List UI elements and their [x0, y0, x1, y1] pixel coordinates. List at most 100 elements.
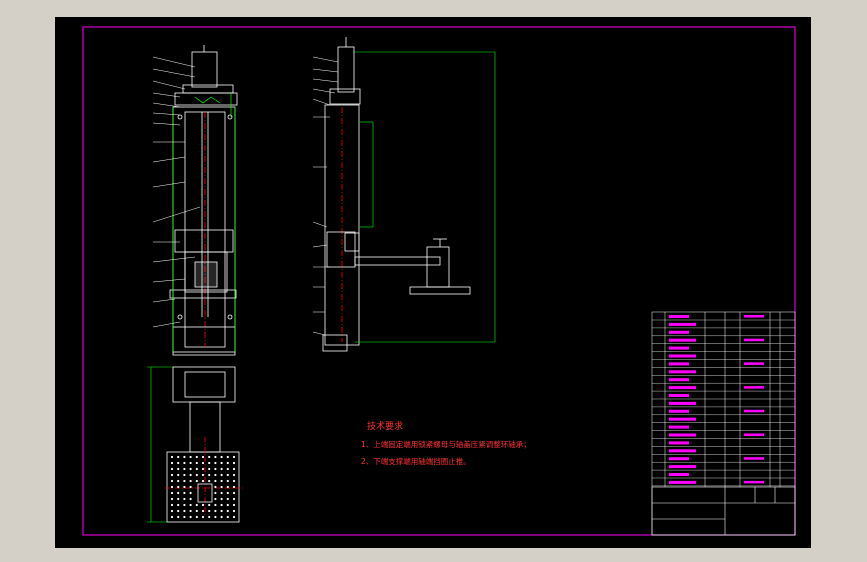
mounting-hole — [201, 455, 205, 459]
mounting-hole — [201, 515, 205, 519]
mounting-hole — [201, 461, 205, 465]
mounting-hole — [220, 455, 223, 459]
mounting-hole — [232, 455, 236, 459]
parts-entry-mark — [669, 346, 689, 350]
mounting-hole — [170, 461, 174, 465]
mounting-hole — [208, 461, 211, 465]
mounting-hole — [189, 473, 192, 477]
mounting-hole — [177, 485, 180, 489]
mounting-hole — [195, 515, 198, 519]
mounting-hole — [232, 485, 236, 489]
mounting-hole — [177, 515, 180, 519]
mounting-hole — [201, 473, 205, 477]
mounting-hole — [195, 467, 198, 471]
parts-entry-mark — [669, 417, 696, 421]
mounting-hole — [208, 467, 211, 471]
mounting-hole — [189, 479, 192, 483]
mounting-hole — [214, 455, 217, 459]
mounting-hole — [208, 479, 211, 483]
mounting-hole — [183, 515, 186, 519]
parts-material-mark — [744, 362, 764, 365]
parts-entry-mark — [669, 473, 689, 476]
mounting-hole — [170, 467, 174, 471]
parts-entry-mark — [669, 315, 689, 318]
mounting-hole — [195, 473, 198, 477]
parts-material-mark — [744, 480, 764, 484]
mounting-hole — [183, 509, 186, 513]
mounting-hole — [177, 509, 180, 513]
parts-entry-mark — [669, 386, 696, 390]
mounting-hole — [220, 503, 223, 507]
mounting-hole — [183, 497, 186, 501]
mounting-hole — [201, 509, 205, 513]
parts-material-mark — [744, 457, 764, 460]
mounting-hole — [220, 509, 223, 513]
mounting-hole — [177, 479, 180, 483]
mounting-hole — [170, 455, 174, 459]
mounting-hole — [170, 491, 174, 495]
mounting-hole — [214, 515, 217, 519]
parts-material-mark — [744, 338, 764, 342]
mounting-hole — [226, 485, 229, 489]
mounting-hole — [189, 461, 192, 465]
drawing-sheet[interactable]: 技术要求 1、上端固定端用锁紧螺母与轴盖压紧调整环轴承； 2、下端支撑端用轴端挡… — [55, 17, 811, 548]
mounting-hole — [195, 503, 198, 507]
mounting-hole — [183, 461, 186, 465]
mounting-hole — [214, 497, 217, 501]
mounting-hole — [177, 491, 180, 495]
notes-title: 技术要求 — [367, 420, 403, 432]
mounting-hole — [232, 479, 236, 483]
mounting-hole — [226, 467, 229, 471]
mounting-hole — [195, 461, 198, 465]
mounting-hole — [183, 485, 186, 489]
mounting-hole — [220, 479, 223, 483]
mounting-hole — [226, 515, 229, 519]
mounting-hole — [170, 473, 174, 477]
parts-entry-mark — [669, 457, 689, 461]
mounting-hole — [226, 461, 229, 465]
mounting-hole — [220, 497, 223, 501]
mounting-hole — [232, 491, 236, 495]
mounting-hole — [177, 461, 180, 465]
mounting-hole — [195, 455, 198, 459]
mounting-hole — [201, 479, 205, 483]
mounting-hole — [177, 497, 180, 501]
parts-entry-mark — [669, 370, 696, 374]
parts-material-mark — [744, 315, 764, 318]
mounting-hole — [183, 503, 186, 507]
mounting-hole — [189, 491, 192, 495]
parts-entry-mark — [669, 401, 696, 405]
mounting-hole — [220, 467, 223, 471]
drawing-canvas: 技术要求 1、上端固定端用锁紧螺母与轴盖压紧调整环轴承； 2、下端支撑端用轴端挡… — [55, 17, 811, 548]
mounting-hole — [177, 455, 180, 459]
parts-entry-mark — [669, 322, 696, 326]
mounting-hole — [170, 497, 174, 501]
mounting-hole — [214, 467, 217, 471]
sheet-background — [55, 17, 811, 548]
mounting-hole — [214, 479, 217, 483]
mounting-hole — [232, 509, 236, 513]
mounting-hole — [189, 467, 192, 471]
mounting-hole — [232, 503, 236, 507]
note-line-2: 2、下端支撑端用轴端挡圈止推。 — [361, 456, 471, 466]
mounting-hole — [183, 479, 186, 483]
parts-entry-mark — [669, 433, 696, 437]
parts-entry-mark — [669, 449, 696, 453]
parts-entry-mark — [669, 338, 696, 342]
parts-material-mark — [744, 409, 764, 413]
mounting-hole — [208, 473, 211, 477]
mounting-hole — [220, 515, 223, 519]
mounting-hole — [195, 479, 198, 483]
mounting-hole — [183, 491, 186, 495]
note-line-1: 1、上端固定端用锁紧螺母与轴盖压紧调整环轴承； — [361, 439, 531, 449]
mounting-hole — [183, 473, 186, 477]
mounting-hole — [232, 461, 236, 465]
cad-viewport[interactable]: 技术要求 1、上端固定端用锁紧螺母与轴盖压紧调整环轴承； 2、下端支撑端用轴端挡… — [0, 0, 867, 562]
mounting-hole — [170, 509, 174, 513]
mounting-hole — [189, 485, 192, 489]
mounting-hole — [214, 491, 217, 495]
mounting-hole — [201, 467, 205, 471]
mounting-hole — [183, 467, 186, 471]
mounting-hole — [170, 515, 174, 519]
mounting-hole — [220, 461, 223, 465]
